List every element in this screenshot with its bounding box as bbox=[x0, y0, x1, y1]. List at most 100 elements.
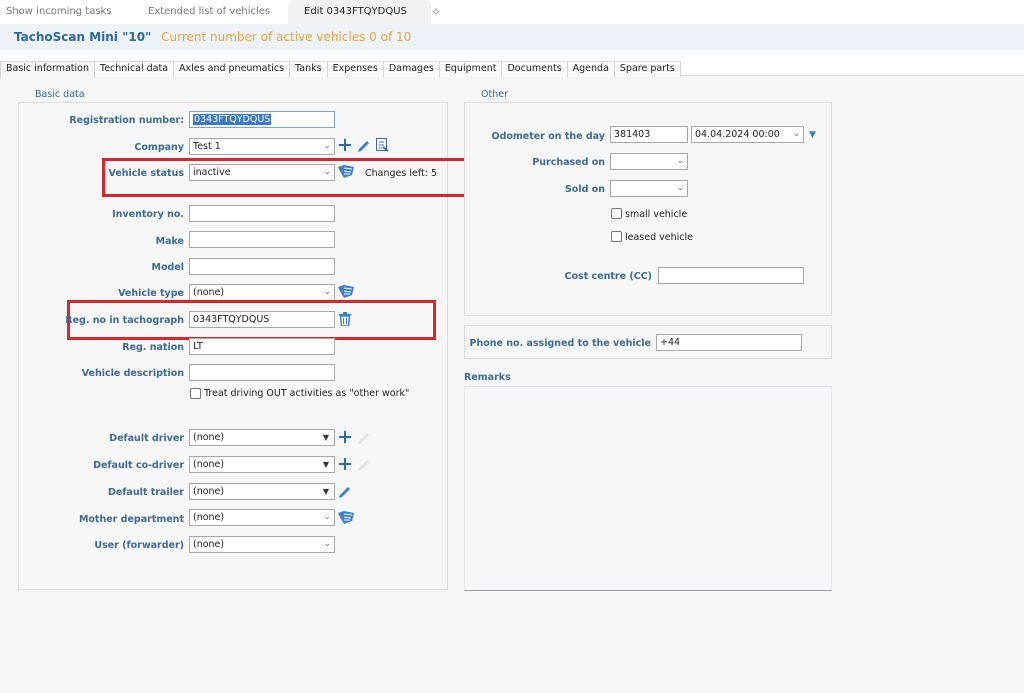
other-heading: Other bbox=[481, 89, 508, 100]
model-label: Model bbox=[151, 262, 184, 273]
vehicle-status-value: inactive bbox=[193, 167, 231, 178]
tab-axles-pneumatics[interactable]: Axles and pneumatics bbox=[173, 61, 291, 77]
add-codriver-icon[interactable] bbox=[339, 458, 351, 473]
tab-expenses[interactable]: Expenses bbox=[326, 61, 384, 77]
vehicle-type-value: (none) bbox=[193, 287, 225, 298]
reg-no-tachograph-label: Reg. no in tachograph bbox=[65, 315, 184, 326]
chevron-down-icon: ⌄ bbox=[323, 512, 331, 522]
sold-on-date[interactable]: ⌄ bbox=[610, 180, 688, 197]
edit-driver-icon-disabled bbox=[357, 430, 371, 447]
company-details-icon[interactable] bbox=[376, 138, 389, 155]
tab-spare-parts[interactable]: Spare parts bbox=[613, 61, 681, 77]
mother-department-value: (none) bbox=[193, 512, 225, 523]
company-value: Test 1 bbox=[193, 141, 221, 152]
vehicle-type-label: Vehicle type bbox=[118, 288, 184, 299]
default-codriver-value: (none) bbox=[193, 459, 225, 470]
remarks-textarea[interactable] bbox=[464, 386, 832, 591]
doc-tab-extended-vehicle-list[interactable]: Extended list of vehicles bbox=[148, 0, 270, 24]
chevron-down-icon: ⌄ bbox=[323, 141, 331, 151]
dictionary-icon[interactable] bbox=[338, 165, 354, 182]
inventory-no-input[interactable] bbox=[189, 205, 335, 222]
chevron-down-icon: ⌄ bbox=[676, 156, 684, 166]
small-vehicle-checkbox[interactable] bbox=[611, 208, 622, 219]
inventory-no-label: Inventory no. bbox=[112, 209, 184, 220]
section-tabs: Basic information Technical data Axles a… bbox=[0, 61, 681, 78]
active-vehicles-count: Current number of active vehicles 0 of 1… bbox=[161, 30, 412, 44]
vehicle-status-select[interactable]: inactive ⌄ bbox=[189, 164, 335, 181]
tab-agenda[interactable]: Agenda bbox=[566, 61, 615, 77]
dictionary-icon[interactable] bbox=[338, 511, 354, 528]
add-tab-icon[interactable]: ✧ bbox=[431, 0, 441, 24]
user-forwarder-select[interactable]: (none) ⌄ bbox=[189, 536, 335, 553]
odometer-label: Odometer on the day bbox=[491, 131, 606, 142]
user-forwarder-value: (none) bbox=[193, 539, 225, 550]
purchased-on-label: Purchased on bbox=[532, 157, 605, 168]
default-driver-label: Default driver bbox=[109, 433, 184, 444]
default-codriver-select[interactable]: (none) ▼ bbox=[189, 456, 335, 473]
purchased-on-date[interactable]: ⌄ bbox=[610, 153, 688, 170]
small-vehicle-label: small vehicle bbox=[625, 209, 688, 220]
reg-nation-input[interactable]: LT bbox=[189, 338, 335, 355]
default-trailer-value: (none) bbox=[193, 486, 225, 497]
changes-left-text: Changes left: 5 bbox=[365, 168, 437, 179]
tab-damages[interactable]: Damages bbox=[382, 61, 440, 77]
default-driver-value: (none) bbox=[193, 432, 225, 443]
edit-codriver-icon-disabled bbox=[357, 457, 371, 474]
basic-data-heading: Basic data bbox=[35, 89, 85, 100]
company-select[interactable]: Test 1 ⌄ bbox=[189, 138, 335, 155]
make-label: Make bbox=[155, 236, 184, 247]
company-label: Company bbox=[134, 142, 184, 153]
phone-label: Phone no. assigned to the vehicle bbox=[469, 338, 651, 349]
tab-documents[interactable]: Documents bbox=[501, 61, 568, 77]
vehicle-description-input[interactable] bbox=[189, 364, 335, 381]
odometer-date-value: 04.04.2024 00:00 bbox=[695, 129, 780, 140]
add-company-icon[interactable] bbox=[339, 139, 351, 154]
mother-department-label: Mother department bbox=[78, 514, 184, 525]
tab-technical-data[interactable]: Technical data bbox=[94, 61, 175, 77]
registration-number-value: 0343FTQYDQUS bbox=[193, 114, 272, 125]
chevron-down-icon: ⌄ bbox=[323, 167, 331, 177]
mother-department-select[interactable]: (none) ⌄ bbox=[189, 509, 335, 526]
doc-tab-incoming-tasks[interactable]: Show incoming tasks bbox=[6, 0, 112, 24]
chevron-down-icon: ⌄ bbox=[323, 539, 331, 549]
doc-tab-edit-vehicle[interactable]: Edit 0343FTQYDQUS bbox=[288, 0, 431, 24]
treat-driving-out-checkbox[interactable] bbox=[190, 388, 201, 399]
registration-number-label: Registration number: bbox=[69, 115, 184, 126]
vehicle-type-select[interactable]: (none) ⌄ bbox=[189, 284, 335, 301]
user-forwarder-label: User (forwarder) bbox=[94, 540, 184, 551]
default-codriver-label: Default co-driver bbox=[93, 460, 184, 471]
add-driver-icon[interactable] bbox=[339, 431, 351, 446]
vehicle-status-label: Vehicle status bbox=[108, 168, 185, 179]
document-tab-bar: Show incoming tasks Extended list of veh… bbox=[0, 0, 1024, 24]
tab-basic-information[interactable]: Basic information bbox=[0, 61, 95, 78]
cost-centre-input[interactable] bbox=[658, 267, 804, 284]
tab-tanks[interactable]: Tanks bbox=[289, 61, 328, 77]
leased-vehicle-checkbox[interactable] bbox=[611, 231, 622, 242]
vehicle-description-label: Vehicle description bbox=[81, 368, 184, 379]
reg-no-tachograph-input[interactable]: 0343FTQYDQUS bbox=[189, 311, 335, 328]
edit-company-icon[interactable] bbox=[357, 138, 371, 155]
dropdown-arrow-icon: ▼ bbox=[322, 460, 329, 469]
tab-equipment[interactable]: Equipment bbox=[438, 61, 503, 77]
default-driver-select[interactable]: (none) ▼ bbox=[189, 429, 335, 446]
odometer-input[interactable]: 381403 bbox=[610, 126, 688, 143]
leased-vehicle-label: leased vehicle bbox=[625, 232, 693, 243]
product-name: TachoScan Mini "10" bbox=[14, 30, 152, 44]
default-trailer-label: Default trailer bbox=[107, 487, 184, 498]
remarks-heading: Remarks bbox=[464, 372, 511, 383]
expand-dropdown-icon[interactable]: ▼ bbox=[809, 130, 816, 140]
default-trailer-select[interactable]: (none) ▼ bbox=[189, 483, 335, 500]
edit-trailer-icon[interactable] bbox=[338, 484, 352, 501]
odometer-date-select[interactable]: 04.04.2024 00:00 ⌄ bbox=[691, 126, 804, 143]
model-input[interactable] bbox=[189, 258, 335, 275]
chevron-down-icon: ⌄ bbox=[323, 287, 331, 297]
trash-icon[interactable] bbox=[339, 312, 351, 329]
cost-centre-label: Cost centre (CC) bbox=[564, 271, 652, 282]
chevron-down-icon: ⌄ bbox=[676, 183, 684, 193]
treat-driving-out-label: Treat driving OUT activities as "other w… bbox=[204, 388, 410, 399]
make-input[interactable] bbox=[189, 231, 335, 248]
dropdown-arrow-icon: ▼ bbox=[322, 433, 329, 442]
phone-input[interactable]: +44 bbox=[656, 334, 802, 351]
chevron-down-icon: ⌄ bbox=[792, 129, 800, 139]
registration-number-input[interactable]: 0343FTQYDQUS bbox=[189, 111, 335, 128]
